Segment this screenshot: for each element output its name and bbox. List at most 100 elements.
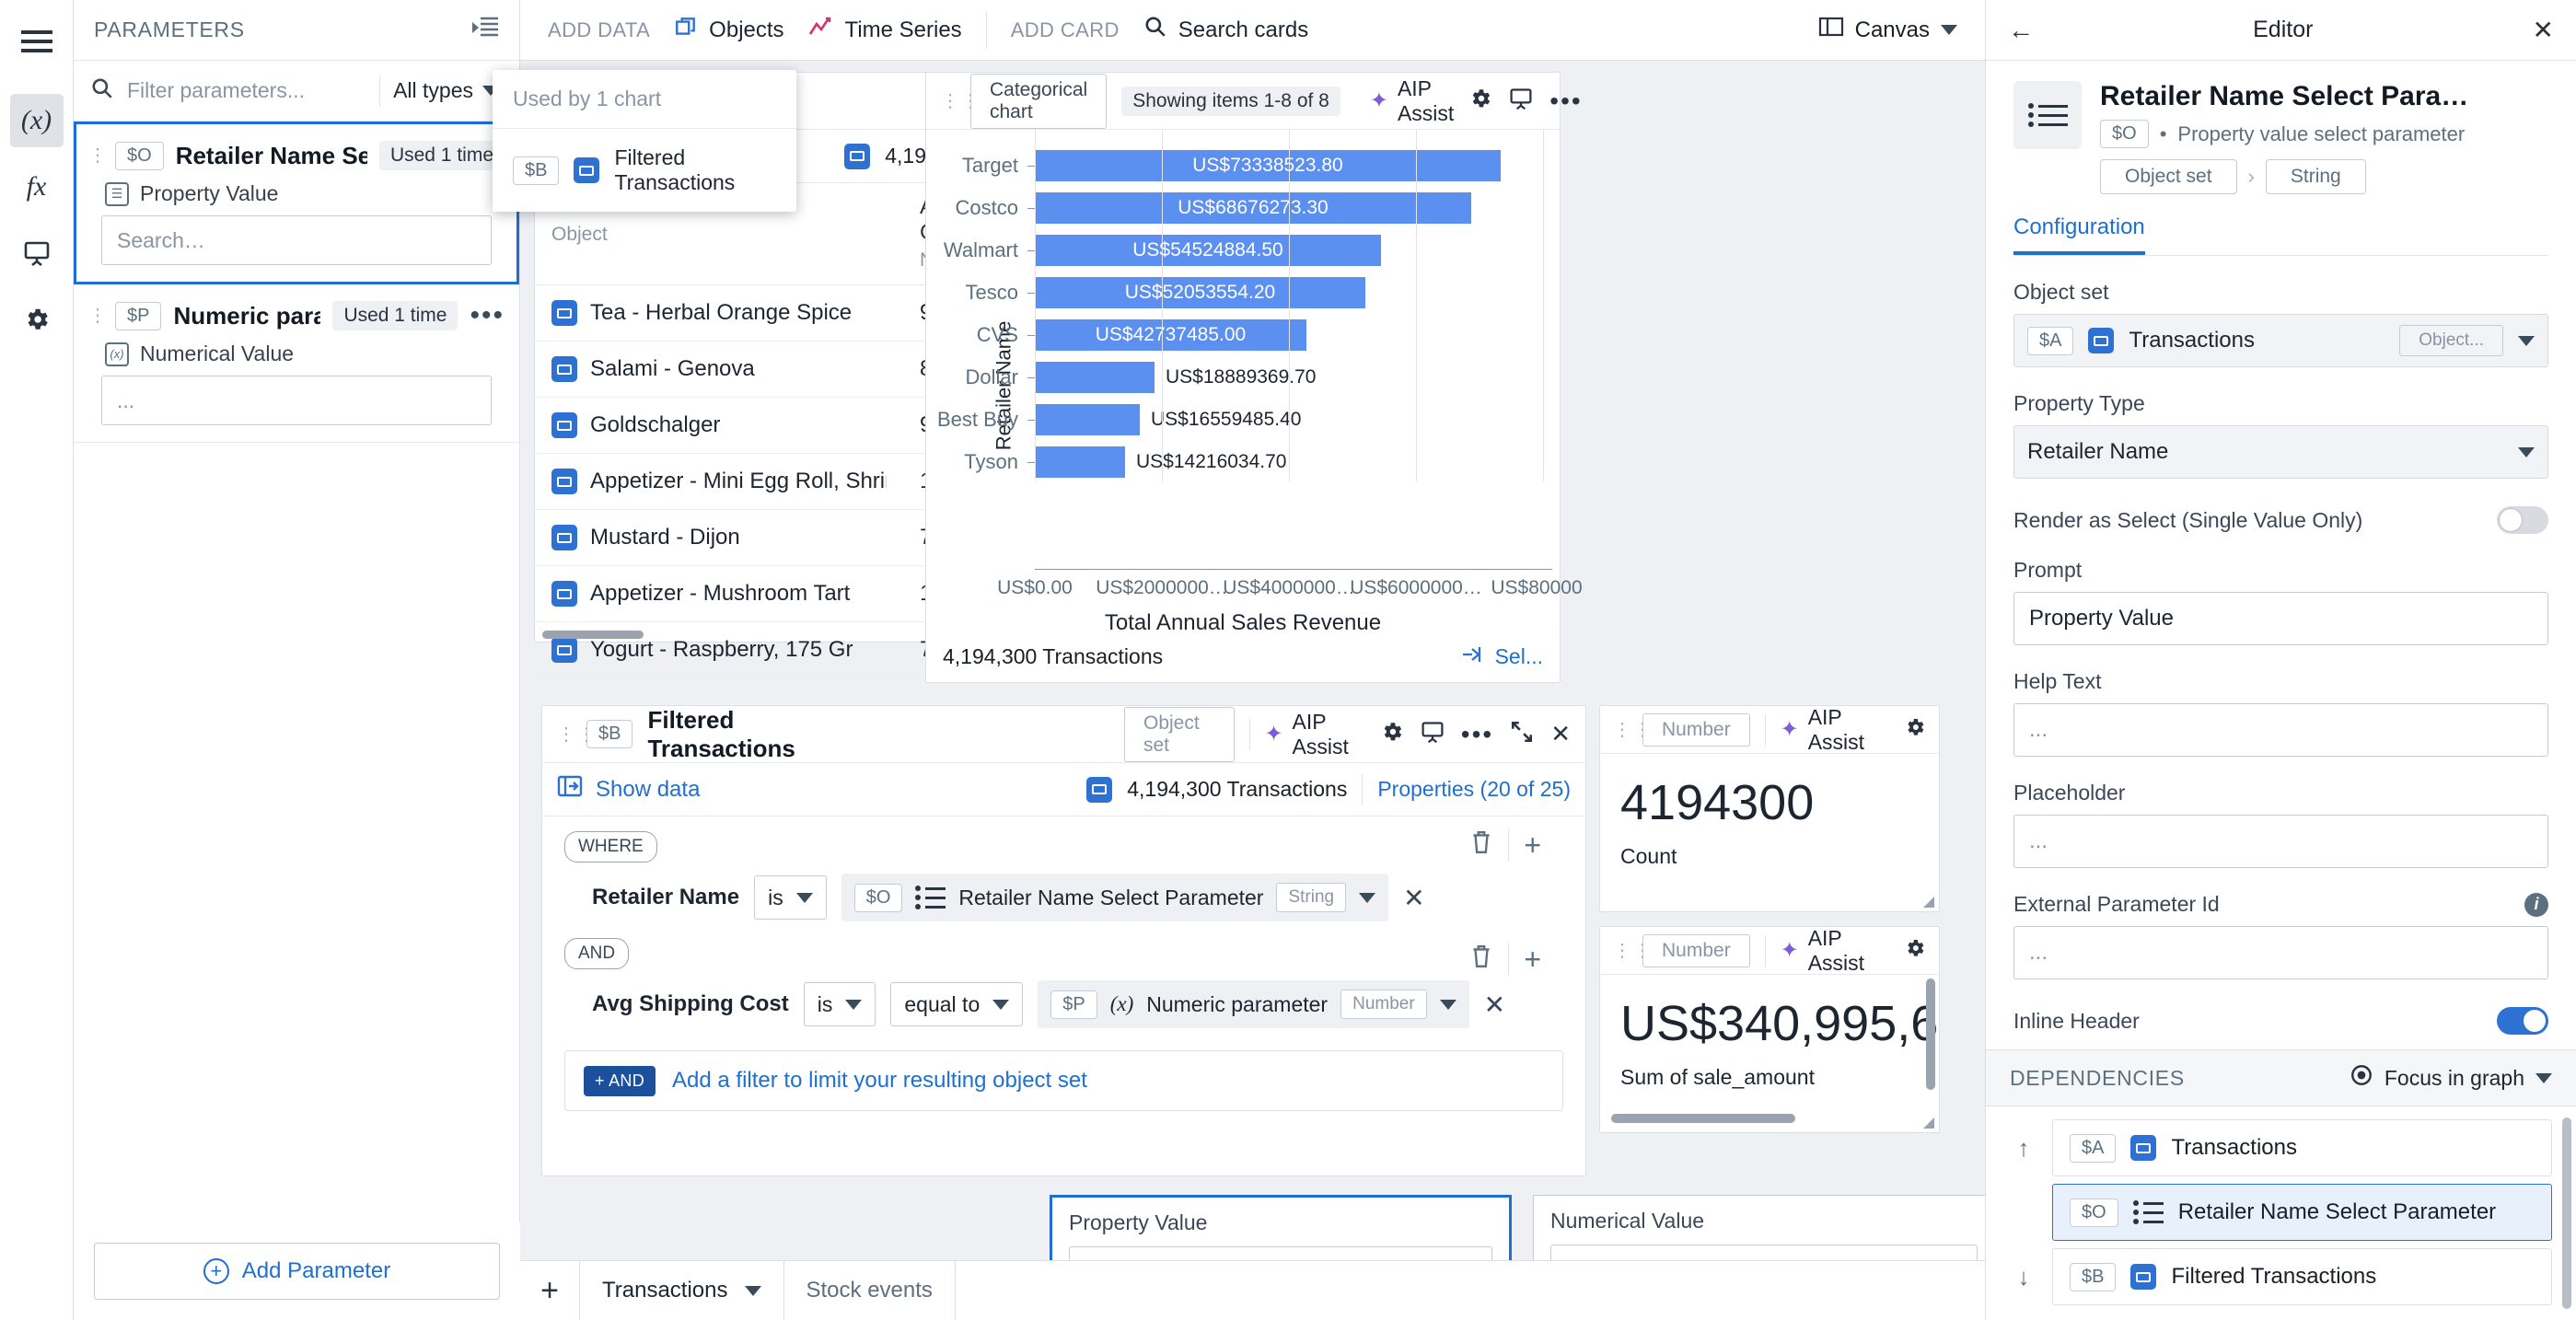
property-value-widget-input[interactable]: Search… (1069, 1246, 1492, 1260)
drag-handle-icon[interactable]: ⋮⋮ (941, 92, 980, 110)
condition-parameter-token[interactable]: $P (x) Numeric parameter Number (1038, 980, 1469, 1028)
back-arrow-icon[interactable]: ← (2008, 16, 2034, 45)
gear-icon[interactable] (1380, 720, 1404, 749)
parameter-card-retailer-name[interactable]: ⋮⋮ $O Retailer Name Sele Used 1 time ☰ P… (74, 122, 519, 284)
more-options-icon[interactable]: ••• (1461, 721, 1493, 747)
chart-bar-row[interactable]: Tesco US$52053554.20 (926, 272, 1560, 314)
drag-handle-icon[interactable]: ⋮⋮ (88, 307, 127, 325)
info-icon[interactable]: i (2524, 892, 2548, 917)
chart-bar-row[interactable]: Tyson US$14216034.70 (926, 441, 1560, 483)
aip-assist-button[interactable]: ✦ AIP Assist (1264, 710, 1364, 759)
delete-icon[interactable] (1469, 829, 1493, 861)
add-icon[interactable]: + (1524, 944, 1541, 974)
drag-handle-icon[interactable]: ⋮⋮ (88, 146, 127, 165)
condition-comparator-dropdown[interactable]: equal to (890, 982, 1024, 1026)
chart-bar-row[interactable]: Dollar US$18889369.70 (926, 356, 1560, 399)
drag-handle-icon[interactable]: ⋮⋮ (557, 725, 596, 744)
dependencies-scrollbar[interactable] (2562, 1117, 2571, 1309)
chevron-down-icon[interactable] (744, 1285, 761, 1296)
chart-bar-row[interactable]: Costco US$68676273.30 (926, 187, 1560, 229)
vertical-scrollbar[interactable] (1926, 978, 1935, 1090)
drag-handle-icon[interactable]: ⋮⋮ (1613, 721, 1652, 739)
canvas-dropdown[interactable]: Canvas (1818, 16, 1957, 44)
expand-icon[interactable] (1510, 720, 1534, 749)
parameter-usage-badge[interactable]: Used 1 time (378, 141, 505, 170)
inline-header-toggle[interactable] (2497, 1007, 2548, 1035)
chart-bar-row[interactable]: Best Buy US$16559485.40 (926, 399, 1560, 441)
tab-configuration[interactable]: Configuration (2013, 214, 2145, 255)
delete-icon[interactable] (1469, 944, 1493, 975)
collapse-panel-icon[interactable] (471, 16, 499, 45)
focus-in-graph-button[interactable]: Focus in graph (2350, 1063, 2552, 1093)
chevron-down-icon[interactable] (2518, 335, 2535, 346)
condition-operator-dropdown[interactable]: is (803, 982, 876, 1026)
board-icon[interactable] (1421, 720, 1445, 749)
type-filter-dropdown[interactable]: All types (393, 78, 503, 103)
add-tab-icon[interactable]: + (520, 1273, 579, 1309)
dependency-item[interactable]: $B Filtered Transactions (2052, 1248, 2552, 1305)
placeholder-input[interactable]: ... (2013, 815, 2548, 868)
gear-icon[interactable] (1904, 937, 1926, 965)
prompt-input[interactable]: Property Value (2013, 592, 2548, 645)
parameter-search-input[interactable]: Search… (101, 215, 492, 265)
chevron-down-icon[interactable] (2535, 1072, 2552, 1083)
dependency-item[interactable]: $A Transactions (2052, 1119, 2552, 1176)
render-as-select-toggle[interactable] (2497, 506, 2548, 534)
bottom-tab-stock-events[interactable]: Stock events (784, 1260, 956, 1320)
dependency-row-current[interactable]: $O Retailer Name Select Parameter (2010, 1184, 2552, 1241)
fx-icon[interactable]: fx (10, 160, 64, 214)
horizontal-scrollbar[interactable] (1611, 1114, 1795, 1123)
close-icon[interactable]: ✕ (2533, 15, 2554, 45)
add-time-series-button[interactable]: Time Series (808, 16, 962, 44)
menu-icon[interactable] (10, 15, 64, 68)
chart-footer-select-button[interactable]: Sel... (1460, 643, 1543, 671)
drag-handle-icon[interactable]: ⋮⋮ (1613, 942, 1652, 960)
bottom-tab-transactions[interactable]: Transactions (579, 1260, 784, 1320)
chevron-down-icon[interactable] (1359, 892, 1376, 903)
property-type-select[interactable]: Retailer Name (2013, 425, 2548, 479)
gear-icon[interactable] (1468, 87, 1492, 116)
add-objects-button[interactable]: Objects (674, 15, 784, 45)
resize-handle[interactable] (1923, 897, 1934, 908)
parameter-numeric-input[interactable]: ... (101, 376, 492, 425)
aip-assist-button[interactable]: ✦ AIP Assist (1781, 705, 1889, 755)
parameter-usage-badge[interactable]: Used 1 time (332, 301, 458, 330)
resize-handle[interactable] (1923, 1117, 1934, 1129)
chart-bar-row[interactable]: Target US$73338523.80 (926, 145, 1560, 187)
dependency-item-selected[interactable]: $O Retailer Name Select Parameter (2052, 1184, 2552, 1241)
close-icon[interactable]: ✕ (1550, 720, 1571, 748)
property-value-widget[interactable]: Property Value Search… (1050, 1195, 1512, 1260)
show-data-button[interactable]: Show data (557, 774, 700, 805)
parameter-more-icon[interactable]: ••• (470, 302, 505, 330)
condition-parameter-token[interactable]: $O Retailer Name Select Parameter String (841, 874, 1389, 921)
chevron-down-icon[interactable] (1439, 999, 1456, 1010)
remove-condition-icon[interactable]: ✕ (1403, 883, 1424, 913)
gear-icon[interactable] (1904, 716, 1926, 744)
aip-assist-button[interactable]: ✦ AIP Assist (1781, 927, 1889, 976)
aip-assist-button[interactable]: ✦ AIP Assist (1370, 76, 1454, 126)
condition-operator-dropdown[interactable]: is (754, 875, 827, 920)
help-text-input[interactable]: ... (2013, 703, 2548, 757)
gear-icon[interactable] (10, 293, 64, 346)
more-options-icon[interactable]: ••• (1549, 87, 1582, 113)
add-icon[interactable]: + (1524, 830, 1541, 860)
chart-bar-row[interactable]: CVS US$42737485.00 (926, 314, 1560, 356)
used-by-popover-item[interactable]: $B Filtered Transactions (493, 129, 796, 212)
properties-link[interactable]: Properties (20 of 25) (1377, 777, 1571, 802)
external-id-input[interactable]: ... (2013, 926, 2548, 979)
board-icon[interactable] (10, 226, 64, 280)
parameter-card-numeric[interactable]: ⋮⋮ $P Numeric paramete Used 1 time ••• (… (74, 284, 519, 443)
chart-bar-row[interactable]: Walmart US$54524884.50 (926, 229, 1560, 272)
dependency-row-up[interactable]: ↑ $A Transactions (2010, 1119, 2552, 1176)
search-cards-button[interactable]: Search cards (1143, 15, 1308, 45)
chevron-down-icon[interactable] (2518, 446, 2535, 457)
remove-condition-icon[interactable]: ✕ (1484, 990, 1505, 1020)
parameters-function-icon[interactable]: (x) (9, 94, 64, 147)
object-set-select[interactable]: $A Transactions Object... (2013, 314, 2548, 367)
filter-parameters-input[interactable]: Filter parameters... (127, 78, 366, 103)
add-parameter-button[interactable]: + Add Parameter (94, 1243, 500, 1300)
numerical-value-widget-input[interactable]: ... (1550, 1245, 1978, 1260)
numerical-value-widget[interactable]: Numerical Value ... (1533, 1195, 1985, 1260)
board-icon[interactable] (1509, 87, 1533, 116)
dependency-row-down[interactable]: ↓ $B Filtered Transactions (2010, 1248, 2552, 1305)
